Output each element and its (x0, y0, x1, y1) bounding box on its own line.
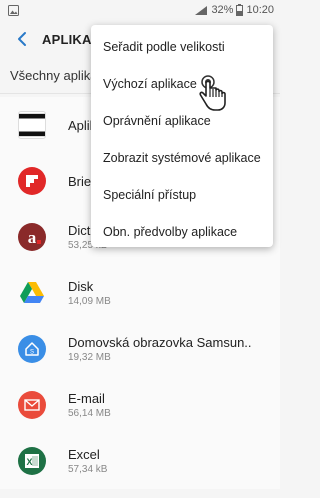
app-name: E-mail (68, 391, 105, 406)
status-bar: 32% 10:20 (0, 0, 280, 20)
list-item[interactable]: Disk 14,09 MB (0, 265, 280, 321)
excel-icon: X (18, 447, 46, 475)
app-size: 14,09 MB (68, 296, 111, 307)
gallery-notification-icon (8, 4, 19, 16)
menu-item-reset-app-preferences[interactable]: Obn. předvolby aplikace (91, 213, 273, 250)
app-name: Domovská obrazovka Samsun.. (68, 335, 252, 350)
app-name: Excel (68, 447, 100, 462)
menu-item-sort-by-size[interactable]: Seřadit podle velikosti (91, 28, 273, 65)
menu-item-default-apps[interactable]: Výchozí aplikace (91, 65, 273, 102)
google-drive-icon (18, 279, 46, 307)
home-screen-icon: S (18, 335, 46, 363)
app-size: 19,32 MB (68, 352, 111, 363)
list-item[interactable]: X Excel 57,34 kB (0, 433, 280, 489)
clock: 10:20 (246, 4, 274, 16)
menu-item-app-permissions[interactable]: Oprávnění aplikace (91, 102, 273, 139)
battery-percent: 32% (211, 4, 234, 16)
battery-icon (236, 4, 244, 16)
email-icon (18, 391, 46, 419)
app-size: 56,14 MB (68, 408, 111, 419)
list-item[interactable]: E-mail 56,14 MB (0, 377, 280, 433)
pointer-hand-icon (198, 74, 228, 112)
svg-text:S: S (30, 350, 34, 356)
back-arrow-icon[interactable] (12, 29, 32, 49)
black-bar-icon (18, 111, 46, 139)
overflow-menu: Seřadit podle velikosti Výchozí aplikace… (91, 25, 273, 247)
menu-item-show-system-apps[interactable]: Zobrazit systémové aplikace (91, 139, 273, 176)
list-item[interactable]: S Domovská obrazovka Samsun.. 19,32 MB (0, 321, 280, 377)
app-name: Disk (68, 279, 94, 294)
flipboard-icon (18, 167, 46, 195)
dictionary-icon: a (18, 223, 46, 251)
menu-item-special-access[interactable]: Speciální přístup (91, 176, 273, 213)
app-size: 57,34 kB (68, 464, 108, 475)
svg-text:a: a (28, 228, 37, 247)
svg-text:X: X (26, 457, 32, 467)
signal-icon (194, 5, 208, 16)
